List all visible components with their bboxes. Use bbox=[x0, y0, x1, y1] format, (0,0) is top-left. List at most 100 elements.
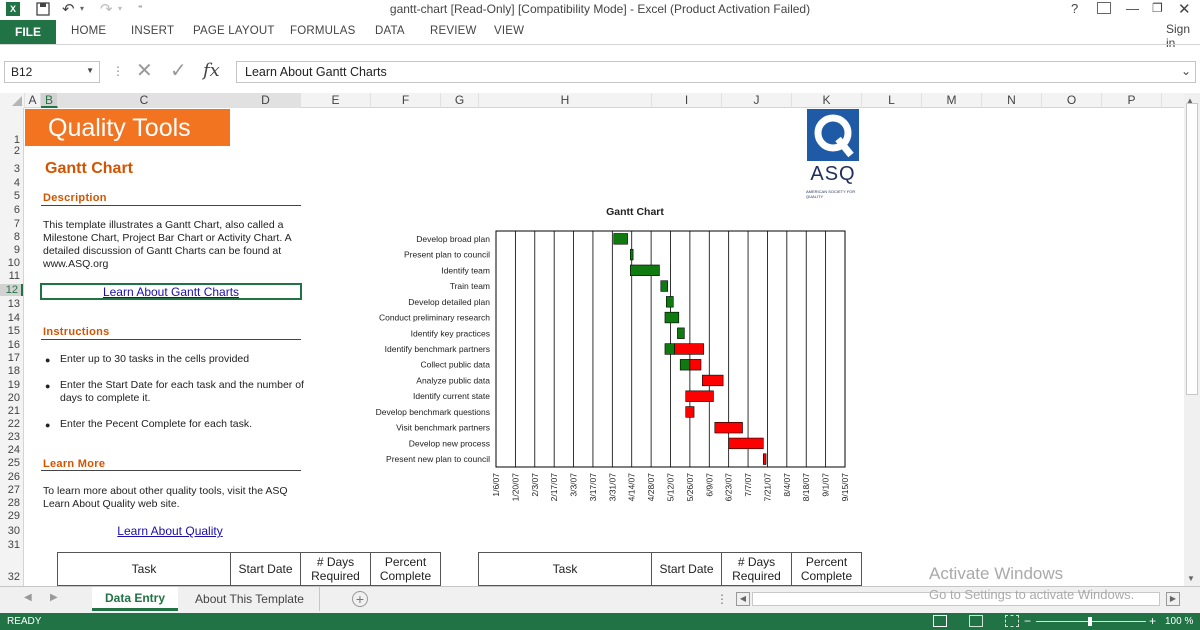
column-header-h[interactable]: H bbox=[479, 93, 652, 108]
row-header[interactable]: 16 bbox=[0, 339, 23, 351]
tab-formulas[interactable]: FORMULAS bbox=[290, 25, 356, 37]
expand-formula-bar-icon[interactable]: ⌄ bbox=[1181, 64, 1191, 78]
task-label: Collect public data bbox=[421, 360, 491, 370]
name-box[interactable]: B12 ▼ bbox=[4, 61, 100, 83]
tab-view[interactable]: VIEW bbox=[494, 25, 524, 37]
row-header[interactable]: 13 bbox=[0, 298, 23, 310]
column-header-o[interactable]: O bbox=[1042, 93, 1102, 108]
remaining-bar bbox=[685, 390, 714, 402]
hscroll-right-icon[interactable]: ▶ bbox=[1166, 592, 1180, 606]
formula-bar: B12 ▼ ⋮ ✕ ✓ fx Learn About Gantt Charts … bbox=[0, 56, 1200, 86]
minimize-icon[interactable]: — bbox=[1126, 1, 1139, 16]
zoom-slider-thumb[interactable] bbox=[1088, 617, 1092, 626]
row-header[interactable]: 25 bbox=[0, 457, 23, 469]
sign-in-link[interactable]: Sign in bbox=[1166, 22, 1200, 50]
column-header-c[interactable]: C bbox=[58, 93, 231, 108]
zoom-level[interactable]: 100 % bbox=[1165, 616, 1193, 627]
tab-review[interactable]: REVIEW bbox=[430, 25, 477, 37]
column-header-g[interactable]: G bbox=[441, 93, 479, 108]
bullet-icon: ● bbox=[45, 381, 51, 391]
row-header[interactable]: 18 bbox=[0, 365, 23, 377]
scroll-tabs-left-icon[interactable]: ◀ bbox=[24, 592, 32, 603]
zoom-out-icon[interactable]: − bbox=[1024, 614, 1031, 628]
scroll-down-icon[interactable]: ▼ bbox=[1187, 574, 1195, 583]
tab-home[interactable]: HOME bbox=[71, 25, 106, 37]
remaining-bar bbox=[702, 374, 724, 387]
scroll-thumb[interactable] bbox=[1186, 103, 1198, 395]
quality-link[interactable]: Learn About Quality bbox=[115, 524, 225, 538]
row-header[interactable]: 30 bbox=[0, 525, 23, 537]
close-icon[interactable]: ✕ bbox=[1178, 0, 1191, 18]
gantt-link[interactable]: Learn About Gantt Charts bbox=[40, 285, 302, 299]
column-header-i[interactable]: I bbox=[652, 93, 722, 108]
row-header[interactable]: 29 bbox=[0, 510, 23, 522]
row-header-selected[interactable]: 12 bbox=[0, 284, 23, 296]
row-header[interactable]: 23 bbox=[0, 431, 23, 443]
row-header[interactable]: 22 bbox=[0, 418, 23, 430]
confirm-entry-icon[interactable]: ✓ bbox=[170, 58, 187, 83]
zoom-in-icon[interactable]: + bbox=[1149, 614, 1156, 628]
restore-icon[interactable]: ❐ bbox=[1152, 1, 1163, 15]
column-header-p[interactable]: P bbox=[1102, 93, 1162, 108]
row-header[interactable]: 17 bbox=[0, 352, 23, 364]
column-header-a[interactable]: A bbox=[25, 93, 41, 108]
column-header-j[interactable]: J bbox=[722, 93, 792, 108]
sheet-tab-data-entry[interactable]: Data Entry bbox=[92, 587, 178, 611]
insert-function-icon[interactable]: fx bbox=[203, 60, 220, 81]
tab-data[interactable]: DATA bbox=[375, 25, 405, 37]
scroll-tabs-right-icon[interactable]: ▶ bbox=[50, 592, 58, 603]
row-header[interactable]: 8 bbox=[0, 231, 23, 243]
sheet-tab-about[interactable]: About This Template bbox=[180, 587, 320, 611]
cancel-entry-icon[interactable]: ✕ bbox=[136, 58, 153, 83]
x-tick-label: 3/17/07 bbox=[588, 473, 598, 502]
hscroll-left-icon[interactable]: ◀ bbox=[736, 592, 750, 606]
help-button[interactable]: ? bbox=[1071, 1, 1078, 16]
table2-header-start-date: Start Date bbox=[651, 552, 722, 586]
page-break-view-icon[interactable] bbox=[1005, 615, 1019, 627]
tab-file[interactable]: FILE bbox=[0, 20, 56, 44]
page-layout-view-icon[interactable] bbox=[969, 615, 983, 627]
row-header[interactable]: 11 bbox=[0, 270, 23, 282]
row-header[interactable]: 2 bbox=[0, 145, 23, 157]
tabs-splitter-icon[interactable]: ⋮ bbox=[716, 592, 728, 606]
column-header-b[interactable]: B bbox=[41, 93, 58, 108]
row-header[interactable]: 20 bbox=[0, 392, 23, 404]
select-all-corner[interactable] bbox=[0, 93, 25, 108]
remaining-bar bbox=[674, 343, 705, 355]
row-header[interactable]: 5 bbox=[0, 190, 23, 202]
tab-insert[interactable]: INSERT bbox=[131, 25, 174, 37]
row-header[interactable]: 15 bbox=[0, 325, 23, 337]
row-header[interactable]: 24 bbox=[0, 444, 23, 456]
add-sheet-icon[interactable]: + bbox=[352, 591, 368, 607]
row-header[interactable]: 14 bbox=[0, 312, 23, 324]
x-tick-label: 3/31/07 bbox=[607, 473, 617, 502]
column-header-n[interactable]: N bbox=[982, 93, 1042, 108]
row-header[interactable]: 19 bbox=[0, 379, 23, 391]
row-header[interactable]: 10 bbox=[0, 257, 23, 269]
column-header-k[interactable]: K bbox=[792, 93, 862, 108]
ribbon-display-options-icon[interactable] bbox=[1097, 2, 1111, 14]
normal-view-icon[interactable] bbox=[933, 615, 947, 627]
row-header[interactable]: 27 bbox=[0, 484, 23, 496]
worksheet[interactable]: Quality Tools Gantt Chart Description Th… bbox=[25, 108, 1183, 586]
row-header[interactable]: 6 bbox=[0, 204, 23, 216]
x-tick-label: 9/1/07 bbox=[821, 473, 831, 497]
row-header[interactable]: 32 bbox=[0, 571, 23, 583]
row-header[interactable]: 26 bbox=[0, 471, 23, 483]
tab-page-layout[interactable]: PAGE LAYOUT bbox=[193, 25, 275, 37]
row-header[interactable]: 4 bbox=[0, 177, 23, 189]
row-header[interactable]: 21 bbox=[0, 405, 23, 417]
name-box-dropdown-icon[interactable]: ▼ bbox=[86, 66, 94, 75]
column-header-l[interactable]: L bbox=[862, 93, 922, 108]
column-header-m[interactable]: M bbox=[922, 93, 982, 108]
formula-input[interactable]: Learn About Gantt Charts ⌄ bbox=[236, 61, 1196, 83]
column-header-e[interactable]: E bbox=[301, 93, 371, 108]
row-header[interactable]: 7 bbox=[0, 218, 23, 230]
row-header[interactable]: 31 bbox=[0, 539, 23, 551]
column-header-f[interactable]: F bbox=[371, 93, 441, 108]
column-header-d[interactable]: D bbox=[231, 93, 301, 108]
row-header[interactable]: 3 bbox=[0, 163, 23, 175]
row-header[interactable]: 9 bbox=[0, 244, 23, 256]
vertical-scrollbar[interactable]: ▲ ▼ bbox=[1184, 93, 1200, 586]
row-header[interactable]: 28 bbox=[0, 497, 23, 509]
